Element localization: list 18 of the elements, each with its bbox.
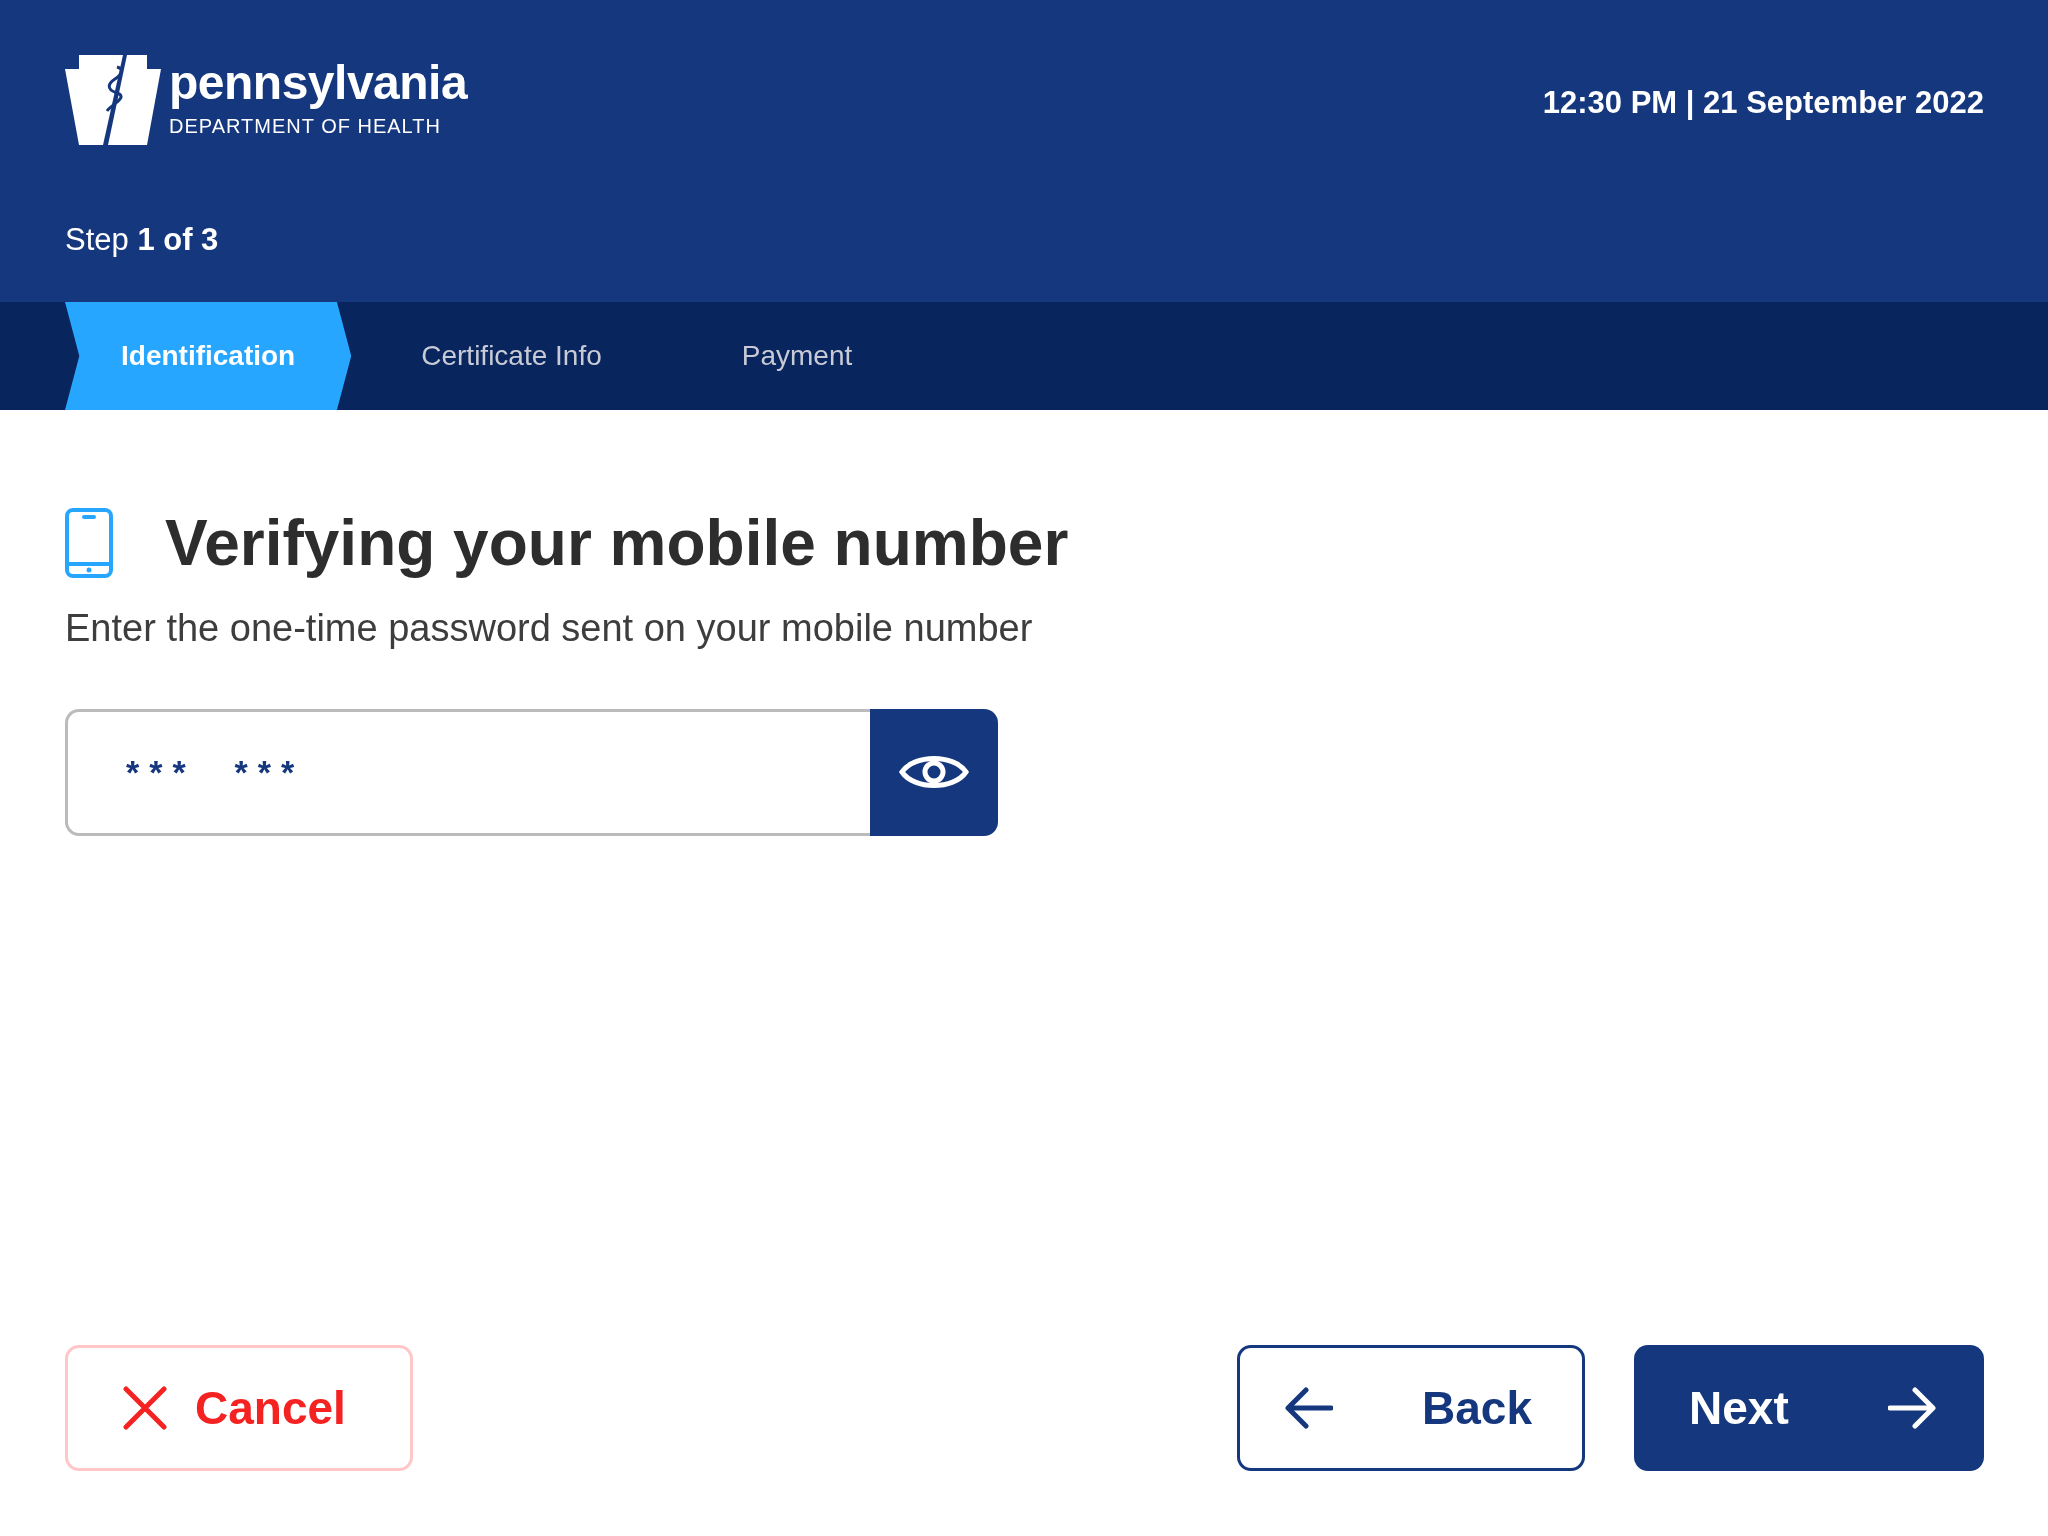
arrow-left-icon xyxy=(1285,1387,1333,1429)
cancel-button[interactable]: Cancel xyxy=(65,1345,413,1471)
show-password-button[interactable] xyxy=(870,708,998,836)
keystone-logo-icon xyxy=(65,55,161,145)
step-tab[interactable]: Payment xyxy=(671,302,923,410)
step-indicator: Step 1 of 3 xyxy=(65,221,220,259)
next-button[interactable]: Next xyxy=(1634,1345,1984,1471)
otp-input-field[interactable]: *** *** xyxy=(65,708,870,836)
back-button[interactable]: Back xyxy=(1237,1345,1585,1471)
page-title: Verifying your mobile number xyxy=(165,506,1069,581)
step-tab[interactable]: Certificate Info xyxy=(351,302,672,410)
instruction-text: Enter the one-time password sent on your mobile number xyxy=(65,605,1034,651)
mobile-phone-icon xyxy=(65,508,113,579)
date-time: 12:30 PM | 21 September 2022 xyxy=(1542,84,1984,122)
close-icon xyxy=(123,1386,167,1430)
logo-name: pennsylvania xyxy=(169,59,468,107)
arrow-right-icon xyxy=(1888,1387,1936,1429)
logo-subtitle: DEPARTMENT OF HEALTH xyxy=(169,114,442,139)
